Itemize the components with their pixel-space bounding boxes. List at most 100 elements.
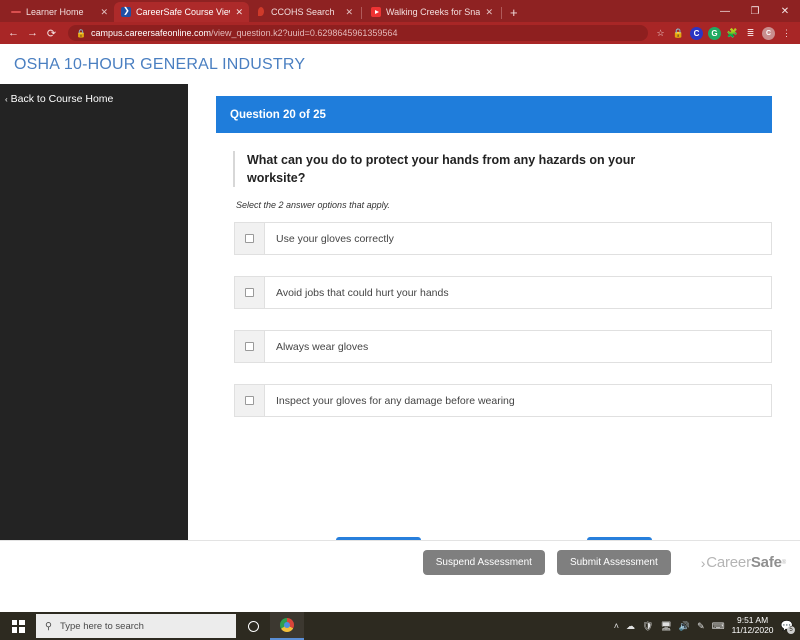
answer-checkbox-cell-3[interactable] [235, 331, 265, 363]
security-warning-icon[interactable]: 🛡 [642, 621, 653, 632]
clock-date: 11/12/2020 [731, 625, 774, 635]
close-icon[interactable]: ✕ [235, 7, 243, 18]
extension-green-icon[interactable]: G [708, 26, 721, 40]
checkbox-icon[interactable] [245, 288, 254, 298]
answer-option-label: Always wear gloves [276, 340, 369, 353]
careersafe-logo: › Career Safe ® [701, 554, 786, 571]
sidebar-item-label: Back to Course Home [10, 93, 114, 105]
taskbar-clock[interactable]: 9:51 AM 11/12/2020 [731, 615, 774, 636]
maximize-icon[interactable]: ❐ [740, 2, 770, 20]
url-host: campus.careersafeonline.com [90, 28, 212, 38]
pen-icon[interactable]: ✎ [697, 621, 705, 632]
close-icon[interactable]: ✕ [100, 7, 108, 18]
logo-text-light: Career [706, 554, 751, 571]
browser-tab-strip: Learner Home ✕ CareerSafe Course Viewer … [0, 0, 800, 22]
sidebar-item-back-to-course-home[interactable]: ‹ Back to Course Home [0, 93, 188, 105]
dash-icon [11, 7, 21, 17]
tab-title: Walking Creeks for Snakes in Me [386, 7, 481, 17]
browser-tab-careersafe-course-viewer[interactable]: CareerSafe Course Viewer ✕ [114, 2, 249, 22]
show-hidden-icons[interactable]: ˄ [614, 621, 619, 631]
taskbar-search-input[interactable]: ⚲ Type here to search [36, 614, 236, 638]
extensions-puzzle-icon[interactable]: 🧩 [726, 27, 739, 40]
lock-icon: 🔒 [76, 28, 86, 38]
answer-checkbox-cell-1[interactable] [235, 223, 265, 255]
careersafe-icon [121, 5, 131, 17]
leaf-icon [256, 7, 266, 17]
notification-icon[interactable]: 💬 5 [781, 621, 795, 634]
notification-count: 5 [787, 625, 795, 634]
youtube-icon [371, 7, 381, 17]
browser-toolbar: ← → ⟳ 🔒 campus.careersafeonline.com/view… [0, 22, 800, 44]
content-row: ‹ Back to Course Home Question 20 of 25 … [0, 84, 800, 570]
answer-option-2[interactable]: Avoid jobs that could hurt your hands [234, 276, 772, 310]
question-text: What can you do to protect your hands fr… [247, 153, 636, 186]
browser-tab-walking-creeks[interactable]: Walking Creeks for Snakes in Me ✕ [364, 2, 499, 22]
window-controls: — ❐ ✕ [710, 2, 800, 20]
chevron-right-icon: › [700, 554, 706, 571]
taskbar-chrome-icon[interactable] [270, 612, 304, 640]
onedrive-icon[interactable]: ☁ [626, 621, 635, 632]
tab-title: CCOHS Search [271, 7, 335, 17]
question-panel: Question 20 of 25 What can you do to pro… [188, 84, 800, 570]
answer-option-4[interactable]: Inspect your gloves for any damage befor… [234, 384, 772, 418]
forward-icon[interactable]: → [24, 25, 41, 42]
new-tab-button[interactable]: + [510, 6, 518, 20]
reload-icon[interactable]: ⟳ [43, 25, 60, 42]
registered-mark-icon: ® [781, 559, 786, 566]
answer-checkbox-cell-4[interactable] [235, 385, 265, 417]
tab-separator [361, 7, 362, 19]
assessment-footer: Suspend Assessment Submit Assessment › C… [0, 540, 800, 584]
suspend-assessment-button[interactable]: Suspend Assessment [422, 550, 545, 575]
close-window-icon[interactable]: ✕ [770, 2, 800, 20]
screen: Learner Home ✕ CareerSafe Course Viewer … [0, 0, 800, 640]
keyboard-icon[interactable]: ⌨ [712, 621, 725, 632]
answer-options: Use your gloves correctly Avoid jobs tha… [234, 222, 772, 418]
submit-assessment-button[interactable]: Submit Assessment [556, 550, 671, 575]
question-text-wrap: What can you do to protect your hands fr… [233, 151, 772, 188]
profile-avatar-icon[interactable]: C [762, 26, 775, 40]
volume-icon[interactable]: 🔊 [679, 621, 690, 632]
browser-tab-learner-home[interactable]: Learner Home ✕ [4, 2, 114, 22]
answer-option-label: Avoid jobs that could hurt your hands [276, 286, 449, 299]
question-accent-bar [233, 151, 235, 188]
start-button[interactable] [0, 612, 36, 640]
windows-taskbar: ⚲ Type here to search ˄ ☁ 🛡 🖥 🔊 ✎ ⌨ 9:51… [0, 612, 800, 640]
address-bar[interactable]: 🔒 campus.careersafeonline.com/view_quest… [68, 25, 648, 41]
search-icon: ⚲ [45, 620, 52, 632]
answer-option-label: Inspect your gloves for any damage befor… [276, 394, 515, 407]
system-tray: ˄ ☁ 🛡 🖥 🔊 ✎ ⌨ 9:51 AM 11/12/2020 💬 5 [614, 615, 800, 636]
toolbar-icons: ☆ 🔒 C G 🧩 ≣ C ⋮ [654, 26, 795, 40]
search-placeholder: Type here to search [59, 620, 144, 632]
tab-title: Learner Home [26, 7, 84, 17]
cortana-icon[interactable] [236, 612, 270, 640]
page-title: OSHA 10-HOUR GENERAL INDUSTRY [14, 56, 306, 73]
password-lock-icon[interactable]: 🔒 [672, 27, 685, 40]
tab-separator [501, 7, 502, 19]
back-icon[interactable]: ← [5, 25, 22, 42]
answer-option-label: Use your gloves correctly [276, 232, 394, 245]
reading-list-icon[interactable]: ≣ [744, 27, 757, 40]
browser-tab-ccohs-search[interactable]: CCOHS Search ✕ [249, 2, 359, 22]
windows-logo-icon [11, 619, 25, 633]
extension-c-icon[interactable]: C [690, 26, 703, 40]
answer-checkbox-cell-2[interactable] [235, 277, 265, 309]
answer-option-1[interactable]: Use your gloves correctly [234, 222, 772, 256]
checkbox-icon[interactable] [245, 342, 254, 352]
question-banner: Question 20 of 25 [216, 96, 772, 133]
checkbox-icon[interactable] [245, 396, 254, 406]
answer-option-3[interactable]: Always wear gloves [234, 330, 772, 364]
chrome-menu-icon[interactable]: ⋮ [780, 27, 793, 40]
url-path: /view_question.k2?uuid=0.629864596135956… [211, 28, 398, 38]
chevron-left-icon: ‹ [5, 94, 8, 104]
sidebar: ‹ Back to Course Home [0, 84, 188, 570]
bookmark-star-icon[interactable]: ☆ [654, 27, 667, 40]
page-body: OSHA 10-HOUR GENERAL INDUSTRY ‹ Back to … [0, 44, 800, 612]
close-icon[interactable]: ✕ [485, 7, 493, 18]
checkbox-icon[interactable] [245, 234, 254, 244]
logo-text-bold: Safe [750, 554, 782, 571]
tab-title: CareerSafe Course Viewer [136, 7, 230, 17]
minimize-icon[interactable]: — [710, 2, 740, 20]
question-instruction: Select the 2 answer options that apply. [236, 200, 390, 211]
close-icon[interactable]: ✕ [345, 7, 353, 18]
network-icon[interactable]: 🖥 [660, 621, 671, 632]
